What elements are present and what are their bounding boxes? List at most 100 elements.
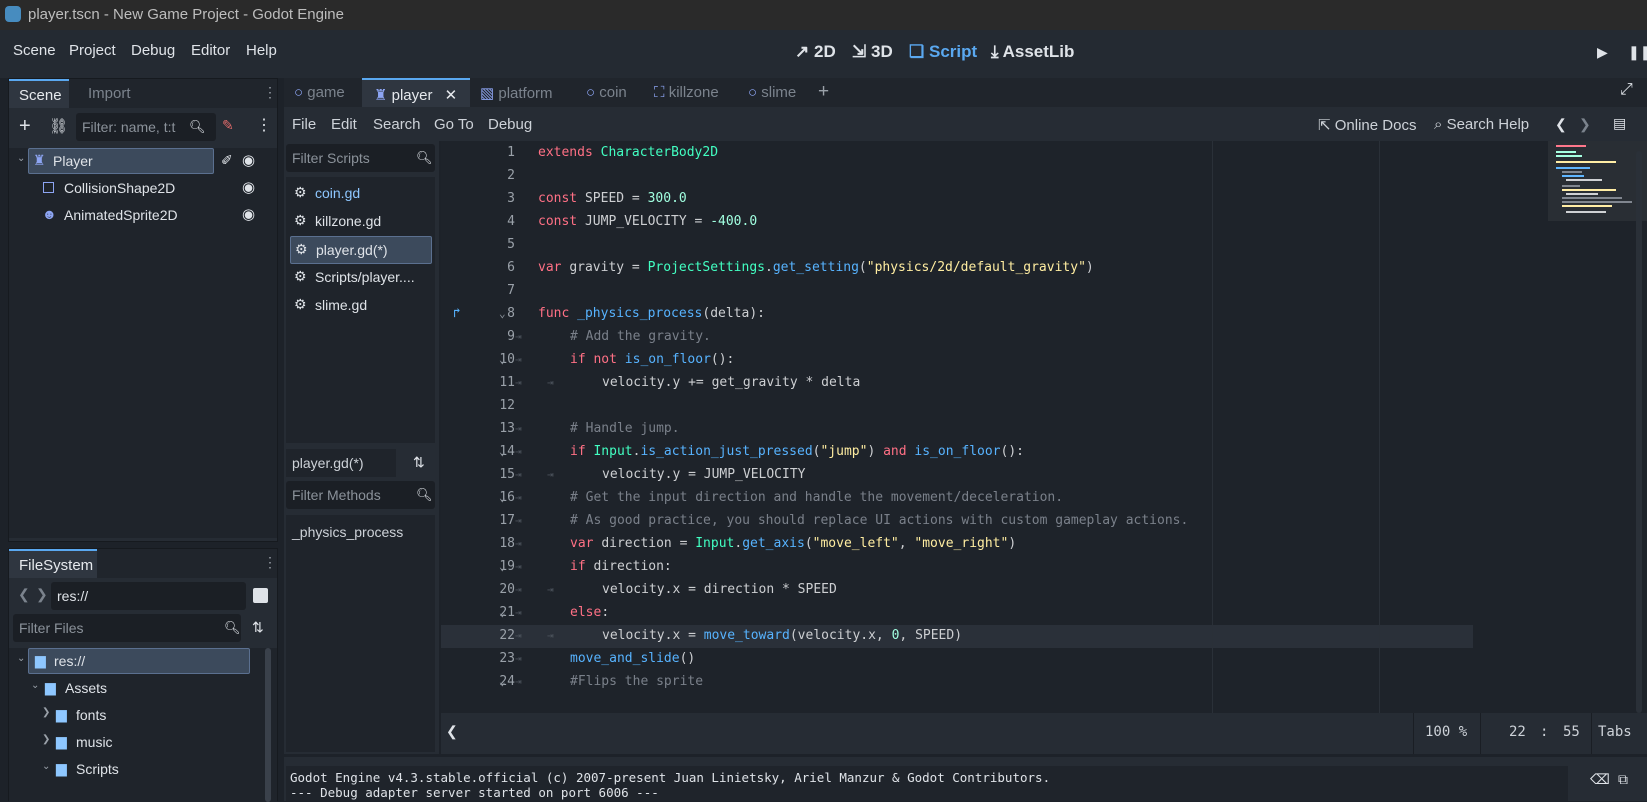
sort-icon[interactable]: ⇅ bbox=[413, 454, 425, 471]
zoom-level[interactable]: 100 % bbox=[1425, 724, 1467, 740]
code-line[interactable]: 2 bbox=[441, 165, 1491, 188]
script-item-scripts-player[interactable]: ⚙ Scripts/player.... bbox=[286, 264, 435, 290]
toggle-split-icon[interactable] bbox=[253, 588, 268, 603]
scrollbar[interactable] bbox=[265, 648, 271, 802]
minimap[interactable] bbox=[1548, 141, 1647, 221]
script-menu-search[interactable]: Search bbox=[373, 116, 421, 133]
scene-tab-platform[interactable]: ▧ platform bbox=[474, 78, 574, 107]
code-line[interactable]: 4 const JUMP_VELOCITY = -400.0 bbox=[441, 211, 1491, 234]
scene-tab-slime[interactable]: ○ slime bbox=[736, 78, 816, 107]
visibility-eye-icon[interactable]: ◉ bbox=[242, 178, 255, 196]
more-options-icon[interactable]: ⋮ bbox=[256, 115, 272, 135]
dock-menu-icon[interactable]: ⋮ bbox=[263, 84, 277, 101]
chevron-right-icon[interactable]: ❯ bbox=[42, 734, 50, 745]
file-row-fonts[interactable]: ❯ ▆ fonts bbox=[9, 702, 259, 728]
attach-script-icon[interactable]: ✎ bbox=[222, 117, 234, 134]
forward-arrow-icon[interactable]: ❯ bbox=[1579, 116, 1591, 133]
online-docs-button[interactable]: ⇱ Online Docs bbox=[1318, 116, 1416, 134]
code-line[interactable]: 3 const SPEED = 300.0 bbox=[441, 188, 1491, 211]
toggle-panel-icon[interactable]: ▤ bbox=[1613, 115, 1626, 132]
code-line[interactable]: 14 ⌄ ⇥ if Input.is_action_just_pressed("jum… bbox=[441, 441, 1491, 464]
code-line[interactable]: 5 bbox=[441, 234, 1491, 257]
toggle-scripts-panel-icon[interactable]: ❮ bbox=[446, 723, 458, 740]
path-input[interactable]: res:// bbox=[51, 582, 246, 610]
distraction-free-icon[interactable]: ⤢ bbox=[1620, 81, 1633, 99]
menu-project[interactable]: Project bbox=[69, 42, 116, 59]
scene-tab-killzone[interactable]: ⛶ killzone bbox=[642, 78, 736, 107]
script-menu-debug[interactable]: Debug bbox=[488, 116, 532, 133]
tab-scene[interactable]: Scene bbox=[9, 79, 69, 108]
script-menu-goto[interactable]: Go To bbox=[434, 116, 474, 133]
code-line[interactable]: 1 extends CharacterBody2D bbox=[441, 142, 1491, 165]
code-line[interactable]: 13 ⇥ # Handle jump. bbox=[441, 418, 1491, 441]
tab-filesystem[interactable]: FileSystem bbox=[9, 549, 97, 578]
code-line[interactable]: 9 ⇥ # Add the gravity. bbox=[441, 326, 1491, 349]
fold-arrow-icon[interactable]: ⌄ bbox=[499, 606, 506, 619]
workspace-3d-button[interactable]: ⇲ 3D bbox=[852, 42, 893, 62]
copy-icon[interactable]: ⧉ bbox=[1618, 771, 1628, 788]
chevron-down-icon[interactable]: ⌄ bbox=[17, 153, 25, 164]
sort-icon[interactable]: ⇅ bbox=[252, 619, 264, 636]
code-editor[interactable]: 1 extends CharacterBody2D 2 3 const SPEED = … bbox=[441, 141, 1647, 713]
fold-arrow-icon[interactable]: ⌄ bbox=[499, 445, 506, 458]
code-line[interactable]: 7 bbox=[441, 280, 1491, 303]
chevron-down-icon[interactable]: ⌄ bbox=[42, 761, 50, 772]
script-item-slime[interactable]: ⚙ slime.gd bbox=[286, 292, 435, 318]
workspace-2d-button[interactable]: ↗ 2D bbox=[795, 42, 836, 62]
code-line[interactable]: 20 ⇥ ⇥ velocity.x = direction * SPEED bbox=[441, 579, 1491, 602]
add-node-icon[interactable]: + bbox=[19, 115, 31, 138]
fold-arrow-icon[interactable]: ⌄ bbox=[499, 675, 506, 688]
tree-row-collisionshape[interactable]: CollisionShape2D ◉ bbox=[9, 175, 277, 201]
method-item[interactable]: _physics_process bbox=[292, 524, 403, 540]
code-line[interactable]: 11 ⇥ ⇥ velocity.y += get_gravity * delta bbox=[441, 372, 1491, 395]
indent-mode[interactable]: Tabs bbox=[1598, 724, 1632, 740]
tree-row-player[interactable]: ⌄ ♜ Player ✐ ◉ bbox=[9, 148, 277, 174]
code-line[interactable]: 19 ⌄ ⇥ if direction: bbox=[441, 556, 1491, 579]
code-line[interactable]: 23 ⇥ move_and_slide() bbox=[441, 648, 1491, 671]
workspace-assetlib-button[interactable]: ⤓ AssetLib bbox=[991, 42, 1074, 62]
file-row-res[interactable]: ⌄ ▆ res:// bbox=[9, 648, 259, 674]
chevron-down-icon[interactable]: ⌄ bbox=[17, 653, 25, 664]
script-item-player[interactable]: ⚙ player.gd(*) bbox=[290, 236, 432, 264]
link-icon[interactable]: ⛓ bbox=[49, 117, 68, 135]
scene-tab-player[interactable]: ♜ player ✕ bbox=[362, 78, 470, 107]
script-item-coin[interactable]: ⚙ coin.gd bbox=[286, 180, 435, 206]
code-lines[interactable]: 1 extends CharacterBody2D 2 3 const SPEED = … bbox=[441, 141, 1647, 713]
search-help-button[interactable]: ⌕ Search Help bbox=[1434, 116, 1529, 133]
file-row-assets[interactable]: ⌄ ▆ Assets bbox=[9, 675, 259, 701]
close-icon[interactable]: ✕ bbox=[445, 87, 458, 104]
code-line[interactable]: 10 ⌄ ⇥ if not is_on_floor(): bbox=[441, 349, 1491, 372]
fold-arrow-icon[interactable]: ⌄ bbox=[499, 491, 506, 504]
file-row-music[interactable]: ❯ ▆ music bbox=[9, 729, 259, 755]
add-tab-icon[interactable]: + bbox=[818, 81, 829, 103]
clear-output-icon[interactable]: ⌫ bbox=[1590, 771, 1610, 788]
fold-arrow-icon[interactable]: ⌄ bbox=[499, 307, 506, 320]
script-menu-edit[interactable]: Edit bbox=[331, 116, 357, 133]
scene-tab-game[interactable]: ○ game bbox=[284, 78, 362, 107]
override-method-icon[interactable]: ↱ bbox=[453, 306, 461, 321]
back-arrow-icon[interactable]: ❮ bbox=[1555, 116, 1567, 133]
code-line[interactable]: 21 ⌄ ⇥ else: bbox=[441, 602, 1491, 625]
menu-editor[interactable]: Editor bbox=[191, 42, 230, 59]
menu-help[interactable]: Help bbox=[246, 42, 277, 59]
workspace-script-button[interactable]: ❏ Script bbox=[909, 42, 977, 62]
fold-arrow-icon[interactable]: ⌄ bbox=[499, 560, 506, 573]
editor-scrollbar[interactable] bbox=[1636, 151, 1642, 713]
code-line[interactable]: 24 ⌄ ⇥ #Flips the sprite bbox=[441, 671, 1491, 694]
filter-files-input[interactable]: Filter Files bbox=[13, 614, 241, 642]
code-line[interactable]: 15 ⇥ ⇥ velocity.y = JUMP_VELOCITY bbox=[441, 464, 1491, 487]
code-line[interactable]: 16 ⌄ ⇥ # Get the input direction and handle… bbox=[441, 487, 1491, 510]
visibility-eye-icon[interactable]: ◉ bbox=[242, 205, 255, 223]
code-line[interactable]: 22 ⇥ ⇥ velocity.x = move_toward(velocity.x,… bbox=[441, 625, 1473, 648]
script-item-killzone[interactable]: ⚙ killzone.gd bbox=[286, 208, 435, 234]
dock-menu-icon[interactable]: ⋮ bbox=[263, 554, 277, 571]
play-icon[interactable]: ▶ bbox=[1597, 44, 1608, 61]
code-line[interactable]: 18 ⇥ var direction = Input.get_axis("move_… bbox=[441, 533, 1491, 556]
chevron-right-icon[interactable]: ❯ bbox=[42, 707, 50, 718]
scene-tab-coin[interactable]: ○ coin bbox=[574, 78, 642, 107]
menu-debug[interactable]: Debug bbox=[131, 42, 175, 59]
code-line[interactable]: 8 ↱ ⌄ func _physics_process(delta): bbox=[441, 303, 1491, 326]
script-menu-file[interactable]: File bbox=[292, 116, 316, 133]
chevron-down-icon[interactable]: ⌄ bbox=[31, 680, 39, 691]
filter-methods-input[interactable]: Filter Methods bbox=[286, 481, 435, 509]
